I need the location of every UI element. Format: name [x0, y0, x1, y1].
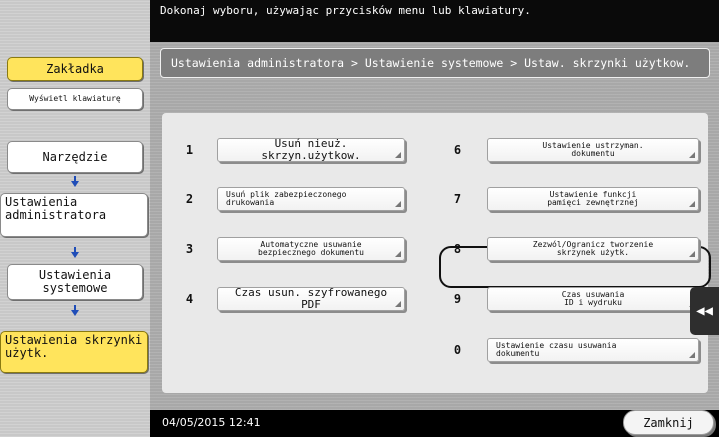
admin-settings-screen: Zakładka Wyświetl klawiaturę Narzędzie U…: [0, 0, 719, 437]
menu-item-2[interactable]: 2 Usuń plik zabezpieczonego drukowania: [172, 185, 412, 213]
hold-document-setting-button[interactable]: Ustawienie ustrzyman. dokumentu: [487, 138, 699, 162]
menu-number: 6: [453, 143, 462, 157]
side-panel-tab[interactable]: ◀◀: [690, 287, 719, 335]
menu-number: 7: [453, 192, 462, 206]
menu-number: 1: [185, 143, 194, 157]
bookmark-button[interactable]: Zakładka: [7, 57, 143, 81]
delete-secure-print-file-button[interactable]: Usuń plik zabezpieczonego drukowania: [217, 187, 405, 211]
breadcrumb: Ustawienia administratora > Ustawienie s…: [160, 48, 710, 78]
menu-number: 9: [453, 292, 462, 306]
arrow-down-icon: [71, 305, 79, 316]
delete-unused-user-box-button[interactable]: Usuń nieuż. skrzyn.użytkow.: [217, 138, 405, 162]
menu-item-3[interactable]: 3 Automatyczne usuwanie bezpiecznego dok…: [172, 235, 412, 263]
instruction-message: Dokonaj wyboru, używając przycisków menu…: [150, 0, 719, 42]
main-panel: Ustawienia administratora > Ustawienie s…: [150, 42, 719, 410]
menu-item-7[interactable]: 7 Ustawienie funkcji pamięci zewnętrznej: [440, 185, 710, 213]
status-bar: 04/05/2015 12:41 Zamknij: [150, 410, 719, 437]
breadcrumb-admin-settings[interactable]: Ustawienia administratora: [0, 193, 148, 237]
menu-item-6[interactable]: 6 Ustawienie ustrzyman. dokumentu: [440, 136, 710, 164]
document-delete-time-button[interactable]: Ustawienie czasu usuwania dokumentu: [487, 338, 699, 362]
show-keyboard-button[interactable]: Wyświetl klawiaturę: [7, 88, 143, 110]
left-nav-panel: Zakładka Wyświetl klawiaturę Narzędzie U…: [0, 0, 150, 437]
menu-item-9[interactable]: 9 Czas usuwania ID i wydruku: [440, 285, 710, 313]
double-chevron-left-icon: ◀◀: [696, 303, 713, 319]
breadcrumb-user-box-settings[interactable]: Ustawienia skrzynki użytk.: [0, 331, 148, 373]
menu-item-4[interactable]: 4 Czas usun. szyfrowanego PDF: [172, 285, 412, 313]
external-memory-function-button[interactable]: Ustawienie funkcji pamięci zewnętrznej: [487, 187, 699, 211]
menu-number: 2: [185, 192, 194, 206]
menu-number: 8: [453, 242, 462, 256]
menu-number: 3: [185, 242, 194, 256]
id-print-delete-time-button[interactable]: Czas usuwania ID i wydruku: [487, 287, 699, 311]
breadcrumb-system-settings[interactable]: Ustawienia systemowe: [7, 264, 143, 300]
arrow-down-icon: [71, 176, 79, 187]
auto-delete-secure-doc-button[interactable]: Automatyczne usuwanie bezpiecznego dokum…: [217, 237, 405, 261]
allow-restrict-box-creation-button[interactable]: Zezwól/Ogranicz tworzenie skrzynek użytk…: [487, 237, 699, 261]
close-button[interactable]: Zamknij: [623, 410, 714, 435]
menu-item-1[interactable]: 1 Usuń nieuż. skrzyn.użytkow.: [172, 136, 412, 164]
menu-number: 0: [453, 343, 462, 357]
encrypted-pdf-delete-time-button[interactable]: Czas usun. szyfrowanego PDF: [217, 287, 405, 311]
menu-item-8[interactable]: 8 Zezwól/Ogranicz tworzenie skrzynek uży…: [440, 235, 710, 263]
date-time: 04/05/2015 12:41: [162, 416, 261, 429]
utility-button[interactable]: Narzędzie: [7, 141, 143, 173]
arrow-down-icon: [71, 247, 79, 258]
menu-number: 4: [185, 292, 194, 306]
menu-item-0[interactable]: 0 Ustawienie czasu usuwania dokumentu: [440, 336, 710, 364]
